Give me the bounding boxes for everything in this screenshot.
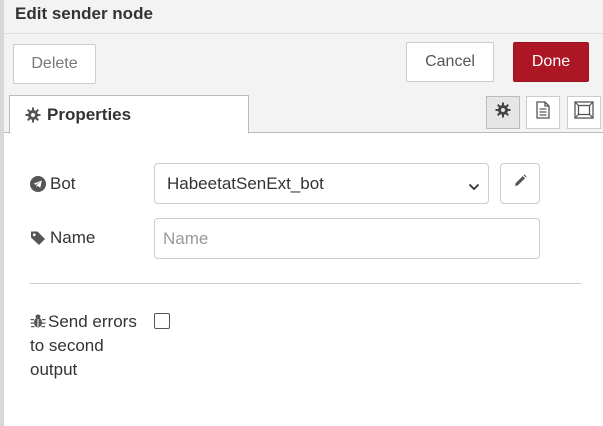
send-errors-checkbox[interactable] xyxy=(154,313,170,329)
dialog-title: Edit sender node xyxy=(15,4,153,23)
tabs-row: Properties xyxy=(4,92,603,134)
dialog-titlebar: Edit sender node xyxy=(4,0,603,34)
chevron-down-icon xyxy=(468,178,480,191)
cancel-button[interactable]: Cancel xyxy=(406,42,494,82)
form-divider xyxy=(30,283,581,284)
gear-icon xyxy=(495,102,511,123)
name-label-text: Name xyxy=(50,228,96,247)
name-input[interactable] xyxy=(154,218,540,259)
gear-icon xyxy=(25,107,41,123)
send-errors-label-text: Send errors to second output xyxy=(30,312,137,379)
frame-icon xyxy=(574,101,594,124)
name-label: Name xyxy=(30,228,95,248)
bot-select-value: HabeetatSenExt_bot xyxy=(167,173,324,193)
telegram-icon xyxy=(30,176,46,192)
delete-button[interactable]: Delete xyxy=(13,44,96,84)
file-text-icon xyxy=(535,101,551,124)
done-button[interactable]: Done xyxy=(513,42,589,82)
dialog-toolbar: Delete Cancel Done xyxy=(4,34,603,92)
bot-select[interactable]: HabeetatSenExt_bot xyxy=(154,163,489,204)
tab-appearance-icon-button[interactable] xyxy=(567,96,601,129)
tab-description-icon-button[interactable] xyxy=(526,96,560,129)
send-errors-label: Send errors to second output xyxy=(30,310,146,382)
tab-settings-icon-button[interactable] xyxy=(486,96,520,129)
tab-properties-label: Properties xyxy=(47,104,132,124)
tag-icon xyxy=(30,230,46,246)
pencil-icon xyxy=(513,174,527,193)
bot-label: Bot xyxy=(30,174,76,194)
tab-properties[interactable]: Properties xyxy=(9,95,249,134)
bug-icon xyxy=(30,312,46,328)
bot-label-text: Bot xyxy=(50,174,76,193)
edit-bot-button[interactable] xyxy=(500,163,540,204)
